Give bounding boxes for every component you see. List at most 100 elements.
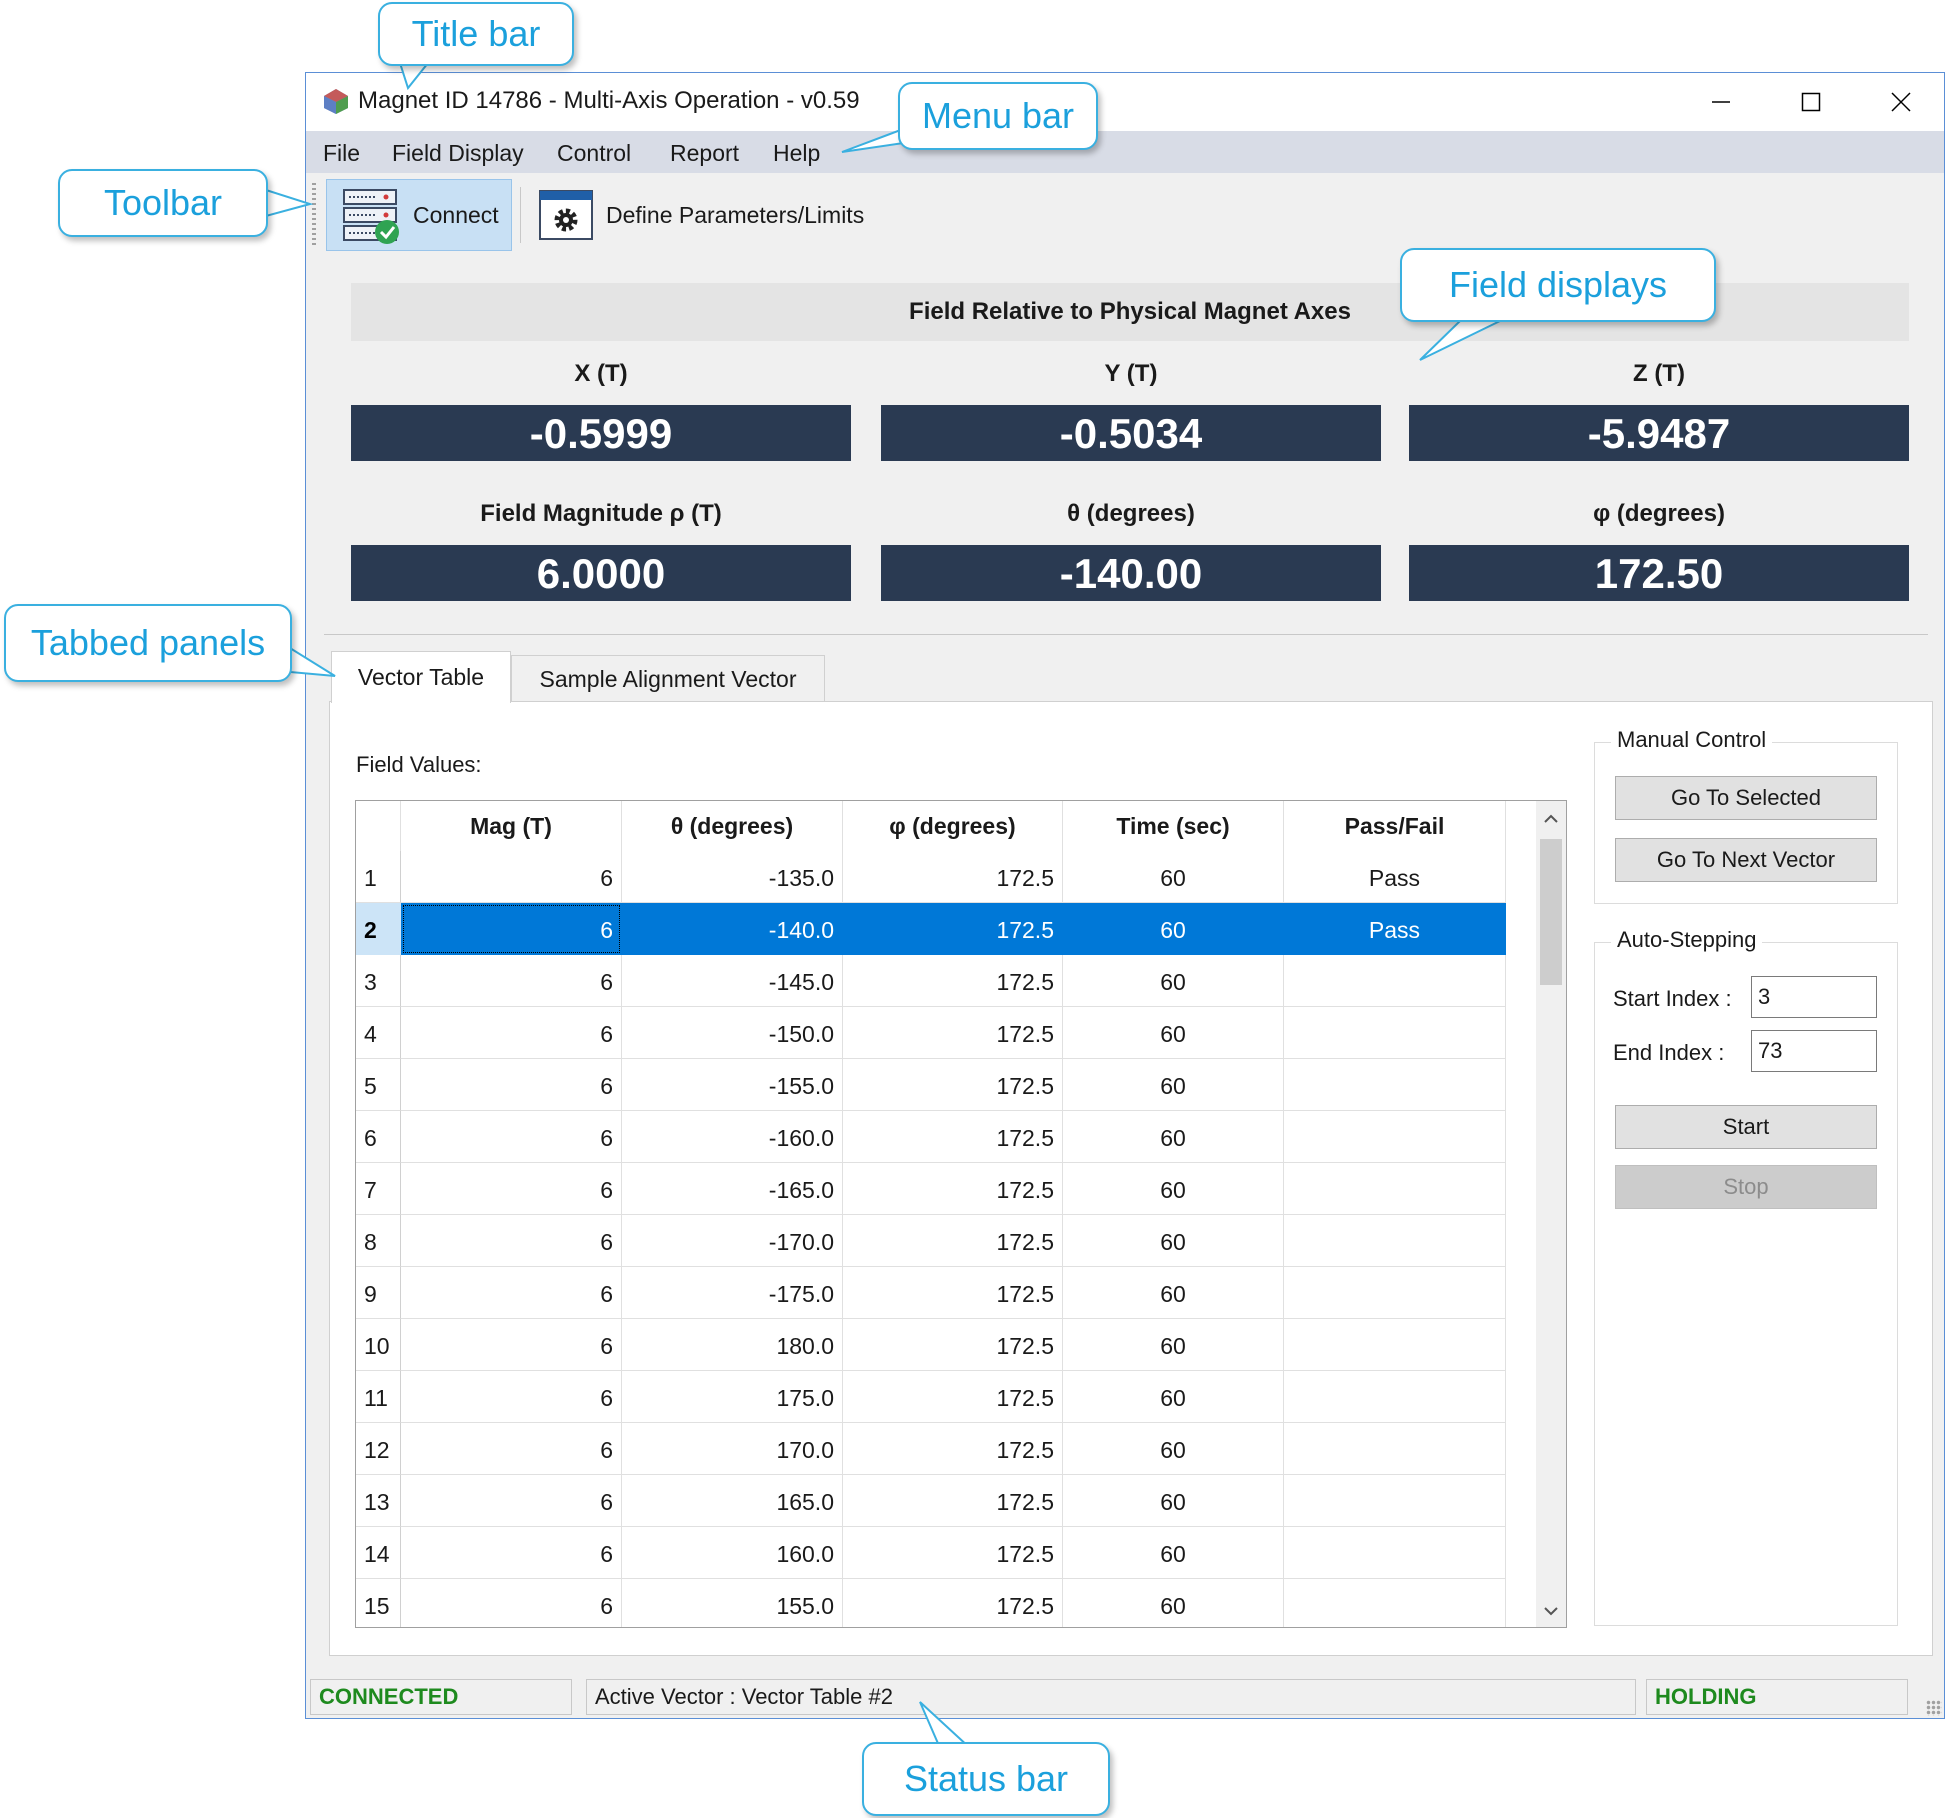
row-index[interactable]: 6 [356,1111,401,1163]
cell-phi[interactable]: 172.5 [843,903,1063,955]
cell-time[interactable]: 60 [1063,1579,1284,1627]
cell-theta[interactable]: -150.0 [622,1007,843,1059]
row-index[interactable]: 11 [356,1371,401,1423]
cell-pass-fail[interactable] [1284,1579,1506,1627]
row-index[interactable]: 8 [356,1215,401,1267]
row-index[interactable]: 1 [356,851,401,903]
cell-mag[interactable]: 6 [401,1111,622,1163]
cell-phi[interactable]: 172.5 [843,1371,1063,1423]
maximize-button[interactable] [1766,73,1856,131]
cell-mag[interactable]: 6 [401,1579,622,1627]
row-index[interactable]: 7 [356,1163,401,1215]
tab-sample-alignment-vector[interactable]: Sample Alignment Vector [511,655,825,703]
cell-phi[interactable]: 172.5 [843,1007,1063,1059]
start-index-input[interactable]: 3 [1751,976,1877,1018]
row-index[interactable]: 9 [356,1267,401,1319]
menu-report[interactable]: Report [670,140,739,167]
column-header-theta[interactable]: θ (degrees) [622,801,843,851]
row-index[interactable]: 2 [356,903,401,955]
cell-time[interactable]: 60 [1063,1475,1284,1527]
table-row[interactable]: 1 6 -135.0 172.5 60 Pass [356,851,1556,903]
cell-theta[interactable]: 180.0 [622,1319,843,1371]
row-index[interactable]: 4 [356,1007,401,1059]
cell-phi[interactable]: 172.5 [843,1267,1063,1319]
cell-time[interactable]: 60 [1063,1215,1284,1267]
cell-time[interactable]: 60 [1063,851,1284,903]
cell-mag[interactable]: 6 [401,1215,622,1267]
define-parameters-button[interactable]: Define Parameters/Limits [538,179,918,251]
title-bar[interactable]: Magnet ID 14786 - Multi-Axis Operation -… [306,73,1944,131]
cell-pass-fail[interactable] [1284,1059,1506,1111]
cell-theta[interactable]: 165.0 [622,1475,843,1527]
menu-control[interactable]: Control [557,140,631,167]
cell-phi[interactable]: 172.5 [843,1527,1063,1579]
row-index[interactable]: 10 [356,1319,401,1371]
table-row[interactable]: 9 6 -175.0 172.5 60 [356,1267,1556,1319]
menu-file[interactable]: File [323,140,360,167]
cell-pass-fail[interactable]: Pass [1284,851,1506,903]
table-row[interactable]: 10 6 180.0 172.5 60 [356,1319,1556,1371]
cell-pass-fail[interactable] [1284,1475,1506,1527]
resize-grip[interactable] [1926,1700,1942,1716]
menu-field-display[interactable]: Field Display [392,140,524,167]
cell-mag[interactable]: 6 [401,1423,622,1475]
column-header-pass-fail[interactable]: Pass/Fail [1284,801,1506,851]
cell-pass-fail[interactable] [1284,1111,1506,1163]
cell-time[interactable]: 60 [1063,1007,1284,1059]
cell-pass-fail[interactable] [1284,1423,1506,1475]
cell-time[interactable]: 60 [1063,903,1284,955]
connect-button[interactable]: Connect [326,179,512,251]
cell-time[interactable]: 60 [1063,1111,1284,1163]
tab-vector-table[interactable]: Vector Table [331,651,511,703]
cell-mag[interactable]: 6 [401,903,622,955]
cell-theta[interactable]: 155.0 [622,1579,843,1627]
cell-mag[interactable]: 6 [401,1371,622,1423]
cell-theta[interactable]: -155.0 [622,1059,843,1111]
cell-phi[interactable]: 172.5 [843,1059,1063,1111]
cell-theta[interactable]: -160.0 [622,1111,843,1163]
row-index[interactable]: 13 [356,1475,401,1527]
table-row[interactable]: 6 6 -160.0 172.5 60 [356,1111,1556,1163]
cell-time[interactable]: 60 [1063,1059,1284,1111]
cell-pass-fail[interactable] [1284,1163,1506,1215]
vector-table-grid[interactable]: Mag (T) θ (degrees) φ (degrees) Time (se… [355,800,1567,1628]
cell-theta[interactable]: -140.0 [622,903,843,955]
cell-time[interactable]: 60 [1063,1319,1284,1371]
cell-time[interactable]: 60 [1063,1371,1284,1423]
table-row[interactable]: 7 6 -165.0 172.5 60 [356,1163,1556,1215]
cell-time[interactable]: 60 [1063,1163,1284,1215]
table-row[interactable]: 3 6 -145.0 172.5 60 [356,955,1556,1007]
table-row[interactable]: 2 6 -140.0 172.5 60 Pass [356,903,1556,955]
go-to-selected-button[interactable]: Go To Selected [1615,776,1877,820]
cell-time[interactable]: 60 [1063,1267,1284,1319]
cell-mag[interactable]: 6 [401,1059,622,1111]
scroll-down-icon[interactable] [1543,1605,1559,1617]
column-header-phi[interactable]: φ (degrees) [843,801,1063,851]
cell-pass-fail[interactable]: Pass [1284,903,1506,955]
cell-time[interactable]: 60 [1063,1527,1284,1579]
cell-phi[interactable]: 172.5 [843,1579,1063,1627]
cell-pass-fail[interactable] [1284,1371,1506,1423]
table-row[interactable]: 12 6 170.0 172.5 60 [356,1423,1556,1475]
table-row[interactable]: 5 6 -155.0 172.5 60 [356,1059,1556,1111]
cell-time[interactable]: 60 [1063,1423,1284,1475]
cell-mag[interactable]: 6 [401,1527,622,1579]
scroll-up-icon[interactable] [1543,813,1559,825]
cell-time[interactable]: 60 [1063,955,1284,1007]
start-button[interactable]: Start [1615,1105,1877,1149]
row-index[interactable]: 15 [356,1579,401,1627]
cell-mag[interactable]: 6 [401,1319,622,1371]
cell-theta[interactable]: -165.0 [622,1163,843,1215]
cell-theta[interactable]: -170.0 [622,1215,843,1267]
close-button[interactable] [1856,73,1946,131]
cell-theta[interactable]: 160.0 [622,1527,843,1579]
table-row[interactable]: 8 6 -170.0 172.5 60 [356,1215,1556,1267]
row-index[interactable]: 12 [356,1423,401,1475]
cell-mag[interactable]: 6 [401,1475,622,1527]
cell-mag[interactable]: 6 [401,1163,622,1215]
cell-pass-fail[interactable] [1284,1267,1506,1319]
cell-pass-fail[interactable] [1284,955,1506,1007]
cell-pass-fail[interactable] [1284,1527,1506,1579]
end-index-input[interactable]: 73 [1751,1030,1877,1072]
cell-phi[interactable]: 172.5 [843,1475,1063,1527]
